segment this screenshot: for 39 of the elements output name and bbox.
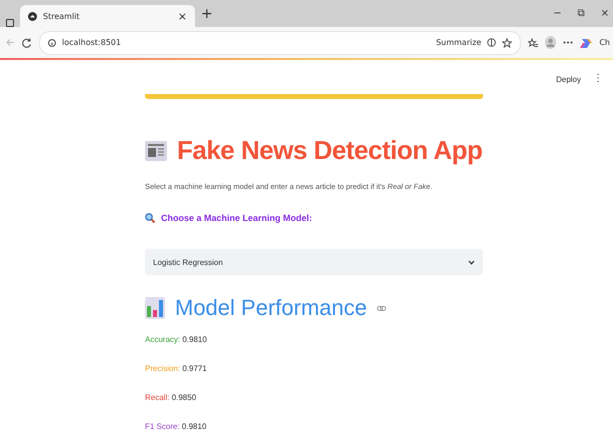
new-tab-button[interactable]: + [201,6,213,22]
streamlit-tab-icon [28,12,37,20]
translate-icon[interactable] [487,38,496,47]
reload-icon[interactable] [22,38,32,48]
info-icon [48,38,56,46]
metric-value: 0.9810 [182,422,206,431]
newspaper-icon [145,140,167,160]
metric-label: Accuracy: [145,335,180,344]
metric-label: F1 Score: [145,422,180,431]
browser-tab[interactable]: Streamlit × [20,5,195,27]
performance-heading: Model Performance [175,295,367,321]
copilot-label[interactable]: Ch [599,38,610,47]
bar-chart-icon [145,297,165,319]
summarize-button[interactable]: Summarize [436,38,482,47]
window-control-button[interactable]: − [553,8,562,19]
deploy-button[interactable]: Deploy [556,74,581,84]
tab-title: Streamlit [43,12,81,20]
window-control-button[interactable]: × [600,8,609,19]
metric-value: 0.9771 [182,364,207,373]
star-icon[interactable] [502,38,512,48]
copilot-icon[interactable] [580,36,592,48]
url-text[interactable]: localhost:8501 [62,38,121,47]
window-control-button[interactable]: ⧉ [578,8,585,19]
link-icon[interactable] [376,306,386,310]
model-select-label: Choose a Machine Learning Model: [161,213,312,223]
tab-close-button[interactable]: × [178,10,187,22]
metric-value: 0.9850 [172,393,196,402]
metric-label: Recall: [145,393,170,402]
app-title: Fake News Detection App [177,135,482,166]
magnifier-icon [145,213,155,223]
more-icon[interactable] [563,41,574,44]
main-menu-button[interactable]: ⋮ [593,72,603,84]
metric-label: Precision: [145,364,180,373]
metric-value: 0.9810 [182,335,207,344]
favorites-icon[interactable] [528,38,538,48]
model-select[interactable]: Logistic Regression [145,249,483,275]
chevron-down-icon [468,260,475,264]
address-bar[interactable]: localhost:8501 Summarize [39,30,522,54]
profile-avatar-icon[interactable] [545,36,556,49]
